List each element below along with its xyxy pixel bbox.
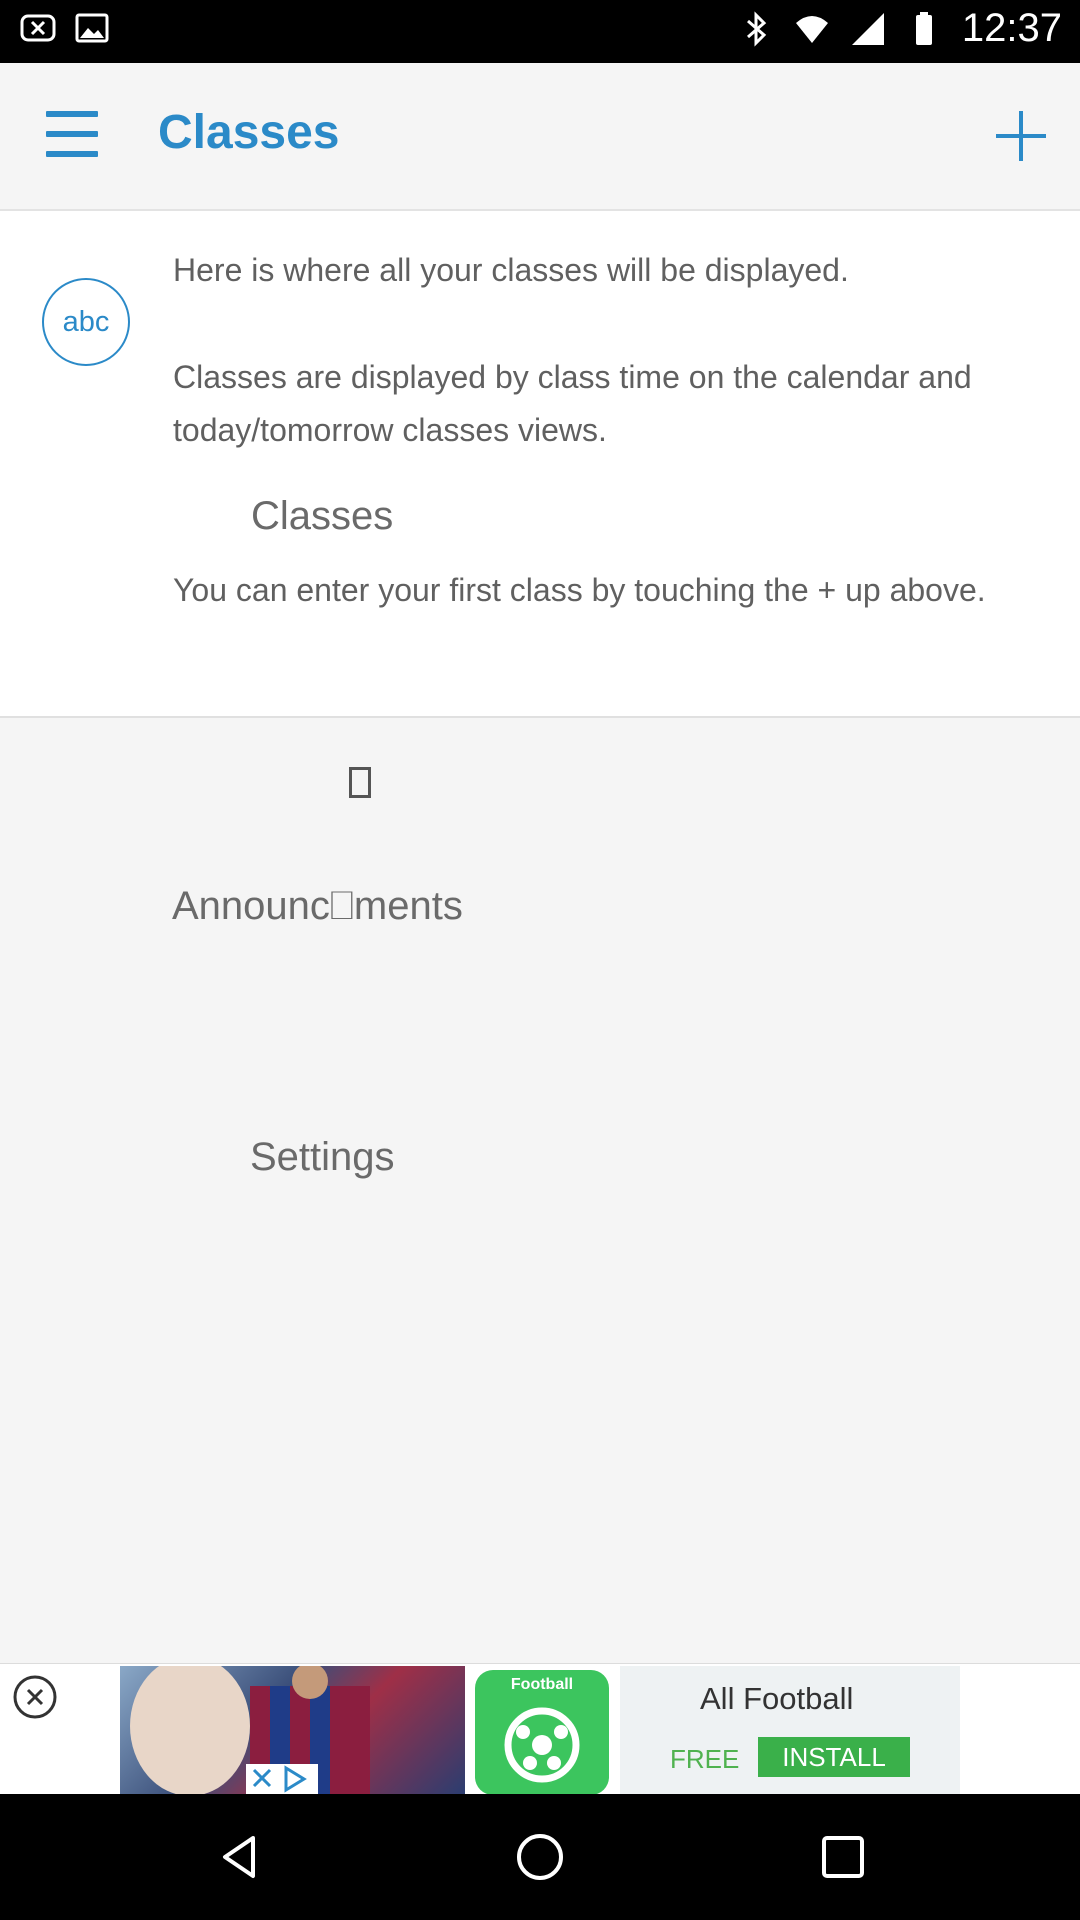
ad-banner[interactable]: Football All Football FREE INSTALL (0, 1663, 1080, 1795)
hamburger-menu-icon[interactable] (40, 111, 106, 159)
drawer-item-settings[interactable]: Settings (250, 1135, 395, 1180)
close-notification-icon (20, 14, 56, 42)
info-line-2: Classes are displayed by class time on t… (173, 359, 972, 448)
missing-glyph-icon (349, 767, 371, 798)
system-nav-bar (0, 1794, 1080, 1920)
recents-icon[interactable] (818, 1832, 868, 1882)
ad-choices-icon[interactable] (246, 1764, 318, 1794)
battery-icon (915, 11, 932, 45)
bluetooth-icon (746, 10, 767, 47)
ad-title: All Football (700, 1681, 854, 1716)
ad-app-label: Football (510, 1676, 574, 1693)
status-time: 12:37 (961, 6, 1062, 50)
drawer-item-announcements[interactable]: Announc⎕ments (172, 884, 463, 929)
status-bar: 12:37 (0, 0, 1080, 63)
ad-text-block[interactable]: All Football FREE INSTALL (620, 1666, 960, 1794)
ad-free-label: FREE (670, 1744, 740, 1774)
info-line-3: You can enter your first class by touchi… (173, 572, 986, 608)
close-ad-icon[interactable] (12, 1674, 58, 1720)
home-icon[interactable] (515, 1832, 565, 1882)
empty-classes-card: abc Here is where all your classes will … (0, 211, 1080, 718)
signal-icon (851, 12, 884, 45)
image-icon (75, 13, 109, 43)
add-class-button[interactable] (992, 107, 1050, 165)
drawer-item-classes[interactable]: Classes (251, 494, 393, 539)
football-app-logo[interactable]: Football (475, 1670, 609, 1795)
page-title: Classes (158, 106, 340, 159)
abc-badge-icon: abc (42, 278, 130, 366)
app-bar: Classes (0, 63, 1080, 211)
back-icon[interactable] (215, 1832, 265, 1882)
wifi-icon (795, 15, 828, 43)
ad-image[interactable] (120, 1666, 465, 1794)
info-line-1: Here is where all your classes will be d… (173, 252, 849, 288)
install-button[interactable]: INSTALL (758, 1737, 910, 1777)
